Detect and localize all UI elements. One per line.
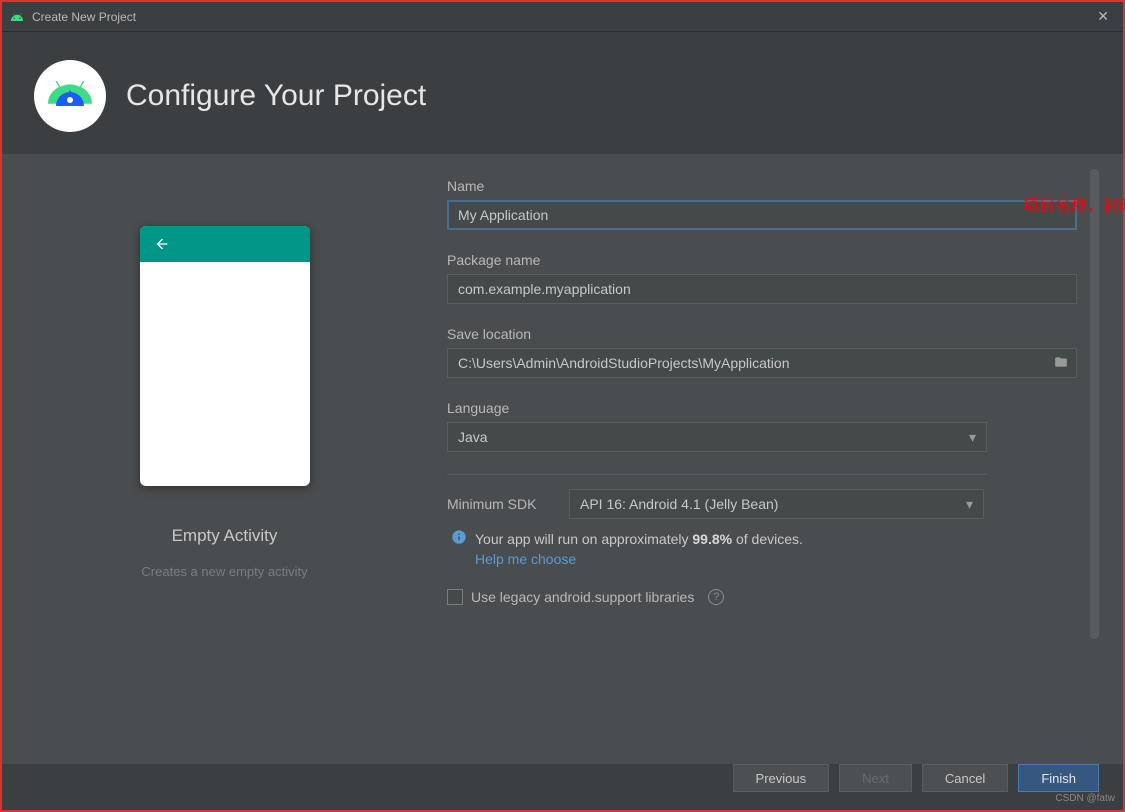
phone-appbar (140, 226, 310, 262)
folder-icon[interactable] (1053, 355, 1069, 374)
titlebar: Create New Project ✕ (2, 2, 1123, 32)
sdk-value: API 16: Android 4.1 (Jelly Bean) (580, 496, 778, 512)
language-select[interactable]: Java ▾ (447, 422, 987, 452)
name-input[interactable] (447, 200, 1077, 230)
legacy-label: Use legacy android.support libraries (471, 589, 694, 605)
sdk-select[interactable]: API 16: Android 4.1 (Jelly Bean) ▾ (569, 489, 984, 519)
save-location-input[interactable] (447, 348, 1077, 378)
scrollbar[interactable] (1090, 169, 1099, 639)
save-label: Save location (447, 326, 1083, 342)
package-input[interactable] (447, 274, 1077, 304)
back-arrow-icon (154, 236, 170, 252)
help-link[interactable]: Help me choose (475, 551, 803, 567)
footer-buttons: Previous Next Cancel Finish (733, 764, 1099, 792)
close-icon[interactable]: ✕ (1091, 8, 1115, 25)
annotation-overlay: 项目名称，到时候安装到手机上即时的名称，比如微信这样的名称 (1023, 192, 1125, 216)
previous-button[interactable]: Previous (733, 764, 830, 792)
window-title: Create New Project (32, 10, 136, 24)
preview-subtitle: Creates a new empty activity (141, 564, 307, 579)
watermark: CSDN @fatw (1055, 793, 1115, 804)
info-text: Your app will run on approximately 99.8%… (475, 531, 803, 547)
phone-preview (140, 226, 310, 486)
content: Empty Activity Creates a new empty activ… (2, 154, 1123, 764)
header: Configure Your Project (2, 32, 1123, 154)
name-label: Name (447, 178, 1083, 194)
language-label: Language (447, 400, 1083, 416)
package-label: Package name (447, 252, 1083, 268)
divider (447, 474, 987, 475)
preview-title: Empty Activity (172, 526, 278, 546)
legacy-checkbox[interactable] (447, 589, 463, 605)
header-logo (34, 60, 106, 132)
info-icon (451, 529, 467, 545)
page-title: Configure Your Project (126, 79, 426, 113)
finish-button[interactable]: Finish (1018, 764, 1099, 792)
chevron-down-icon: ▾ (966, 496, 973, 513)
android-icon (10, 10, 24, 24)
next-button: Next (839, 764, 912, 792)
cancel-button[interactable]: Cancel (922, 764, 1008, 792)
form-pane: 项目名称，到时候安装到手机上即时的名称，比如微信这样的名称 Name Packa… (447, 154, 1123, 764)
preview-pane: Empty Activity Creates a new empty activ… (2, 154, 447, 764)
sdk-label: Minimum SDK (447, 496, 557, 512)
help-icon[interactable]: ? (708, 589, 724, 605)
language-value: Java (458, 429, 488, 445)
chevron-down-icon: ▾ (969, 429, 976, 446)
